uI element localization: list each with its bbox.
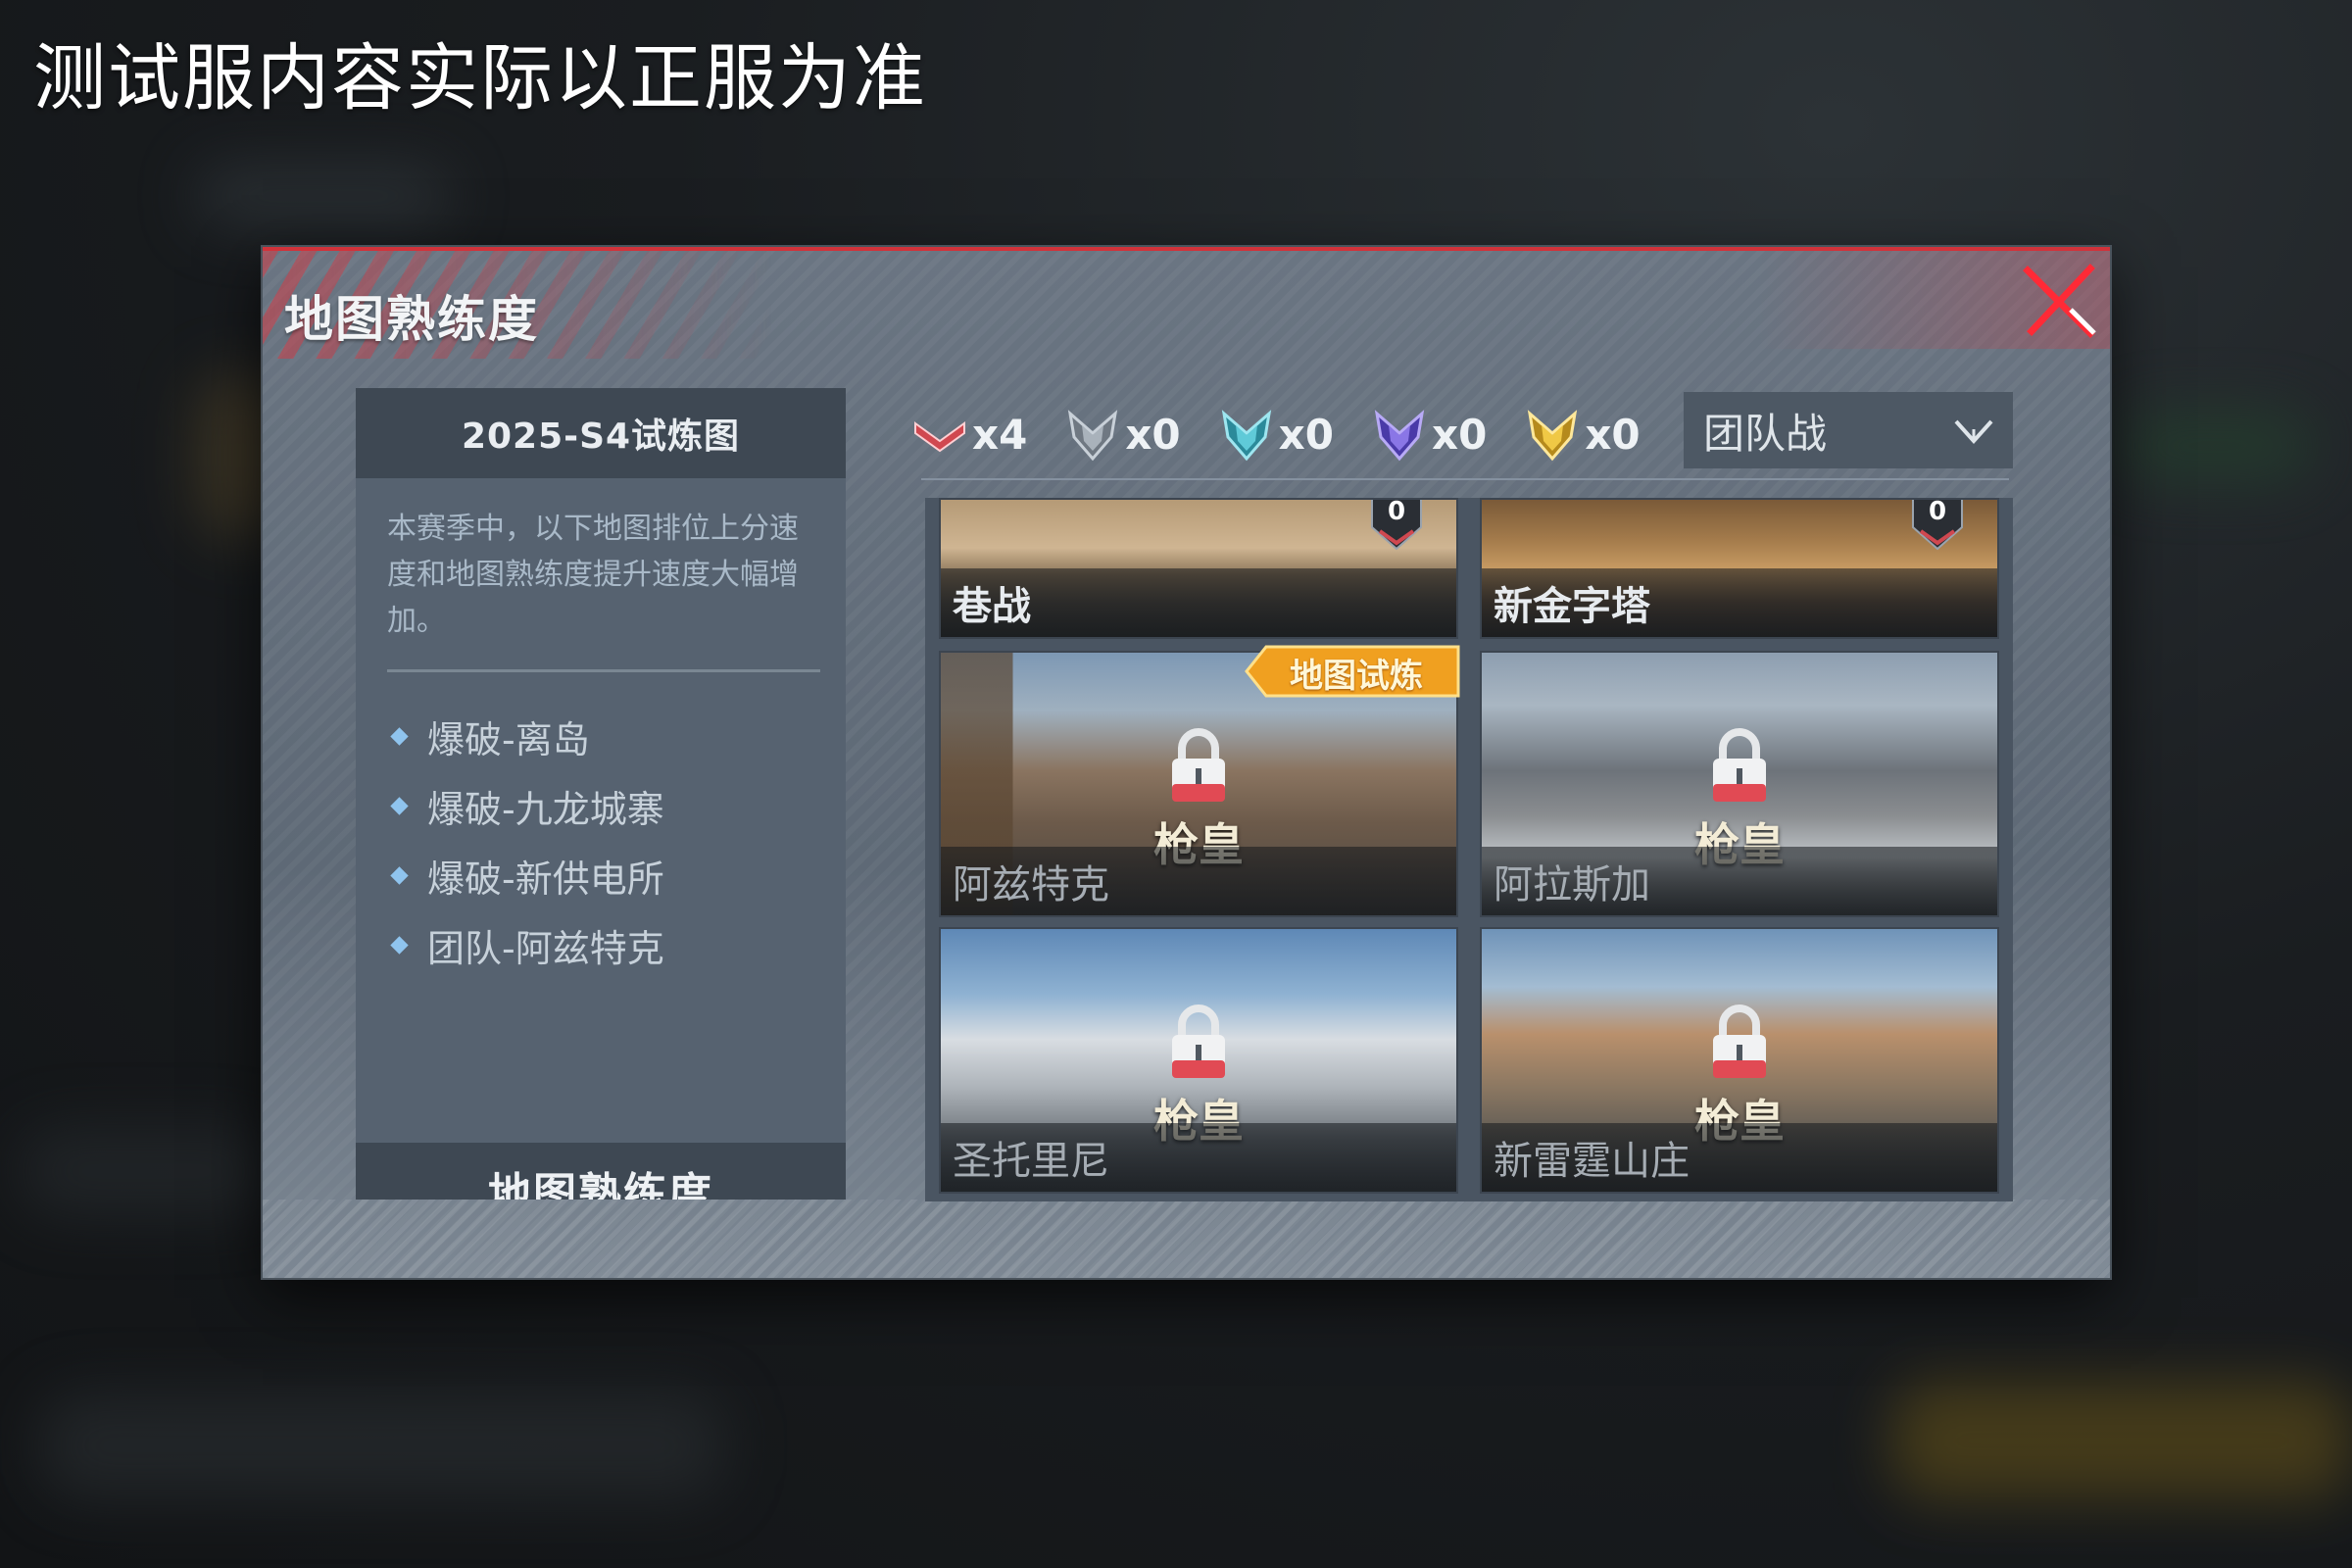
- background-blur: [2117, 412, 2313, 480]
- map-card-xiangzhan[interactable]: 0 巷战: [939, 498, 1458, 639]
- badge-red: x4: [909, 404, 1027, 465]
- map-name: 阿拉斯加: [1482, 847, 1997, 915]
- background-blur: [1891, 1382, 2352, 1499]
- rank-badge-row: x4 x0 x0 x0 x0: [909, 390, 1676, 478]
- trial-map-label: 爆破-离岛: [427, 718, 590, 761]
- chevron-down-icon: [1954, 419, 1993, 444]
- map-card-new-pyramid[interactable]: 0 新金字塔: [1480, 498, 1999, 639]
- badge-count: x0: [1125, 410, 1181, 459]
- rank-emblem-icon: 0: [1371, 498, 1422, 551]
- background-blur: [196, 167, 451, 225]
- lock-icon: [1713, 728, 1766, 802]
- panel-footer: 地图熟练度: [356, 1143, 846, 1200]
- rank-emblem-value: 0: [1929, 498, 1946, 526]
- badge-count: x0: [1431, 410, 1488, 459]
- trial-map-label: 团队-阿兹特克: [427, 927, 664, 970]
- badge-count: x4: [972, 410, 1028, 459]
- bottom-hatch: [263, 1200, 2110, 1278]
- dialog-title: 地图熟练度: [284, 291, 539, 348]
- background-blur: [20, 1127, 274, 1215]
- season-trial-description: 本赛季中，以下地图排位上分速度和地图熟练度提升速度大幅增加。: [387, 506, 820, 672]
- trial-map-label: 爆破-新供电所: [427, 858, 664, 901]
- map-card-alaska[interactable]: 枪皇 阿拉斯加: [1480, 651, 1999, 917]
- bullet-icon: [390, 866, 409, 885]
- map-grid: 0 巷战 0 新金字塔 枪皇 阿兹特克 枪皇 阿拉斯加 地图试炼 枪皇 圣托里尼…: [925, 498, 2013, 1201]
- background-blur: [39, 1392, 725, 1499]
- rank-silver-icon: [1068, 410, 1118, 462]
- trial-map-label: 爆破-九龙城寨: [427, 788, 664, 831]
- rank-teal-icon: [1221, 410, 1271, 462]
- badge-teal: x0: [1216, 404, 1334, 465]
- lock-icon: [1172, 728, 1225, 802]
- mode-dropdown[interactable]: 团队战: [1684, 392, 2013, 468]
- map-name: 阿兹特克: [941, 847, 1456, 915]
- list-item: 爆破-离岛: [356, 702, 846, 771]
- panel-footer-label: 地图熟练度: [488, 1169, 713, 1200]
- season-trial-title: 2025-S4试炼图: [356, 388, 846, 478]
- map-name: 新金字塔: [1482, 568, 1997, 637]
- season-trial-panel: 2025-S4试炼图 本赛季中，以下地图排位上分速度和地图熟练度提升速度大幅增加…: [356, 388, 846, 1200]
- list-item: 团队-阿兹特克: [356, 910, 846, 980]
- mode-dropdown-value: 团队战: [1703, 409, 1828, 458]
- badge-count: x0: [1585, 410, 1641, 459]
- badge-purple: x0: [1369, 404, 1487, 465]
- map-trial-tag-label: 地图试炼: [1290, 657, 1423, 696]
- rank-emblem-value: 0: [1388, 498, 1405, 526]
- trial-map-list: 爆破-离岛 爆破-九龙城寨 爆破-新供电所 团队-阿兹特克: [356, 702, 846, 980]
- test-server-notice: 测试服内容实际以正服为准: [33, 36, 927, 121]
- map-card-santorini[interactable]: 枪皇 圣托里尼: [939, 927, 1458, 1194]
- rank-gold-icon: [1528, 410, 1578, 462]
- map-card-new-thunder-villa[interactable]: 枪皇 新雷霆山庄: [1480, 927, 1999, 1194]
- lock-icon: [1713, 1004, 1766, 1078]
- list-item: 爆破-九龙城寨: [356, 771, 846, 841]
- bullet-icon: [390, 727, 409, 746]
- rank-purple-icon: [1374, 410, 1425, 462]
- lock-icon: [1172, 1004, 1225, 1078]
- map-name: 圣托里尼: [941, 1123, 1456, 1192]
- rank-emblem-icon: 0: [1912, 498, 1963, 551]
- badge-count: x0: [1278, 410, 1334, 459]
- map-name: 新雷霆山庄: [1482, 1123, 1997, 1192]
- close-icon: [2023, 264, 2096, 338]
- chevron-rank-red-icon: [914, 421, 965, 453]
- list-item: 爆破-新供电所: [356, 841, 846, 910]
- bullet-icon: [390, 797, 409, 815]
- map-proficiency-dialog: 地图熟练度 2025-S4试炼图 本赛季中，以下地图排位上分速度和地图熟练度提升…: [263, 247, 2110, 1278]
- bullet-icon: [390, 936, 409, 955]
- badge-gold: x0: [1522, 404, 1641, 465]
- close-button[interactable]: [2018, 259, 2102, 343]
- map-name: 巷战: [941, 568, 1456, 637]
- divider: [921, 478, 2009, 480]
- badge-silver: x0: [1062, 404, 1181, 465]
